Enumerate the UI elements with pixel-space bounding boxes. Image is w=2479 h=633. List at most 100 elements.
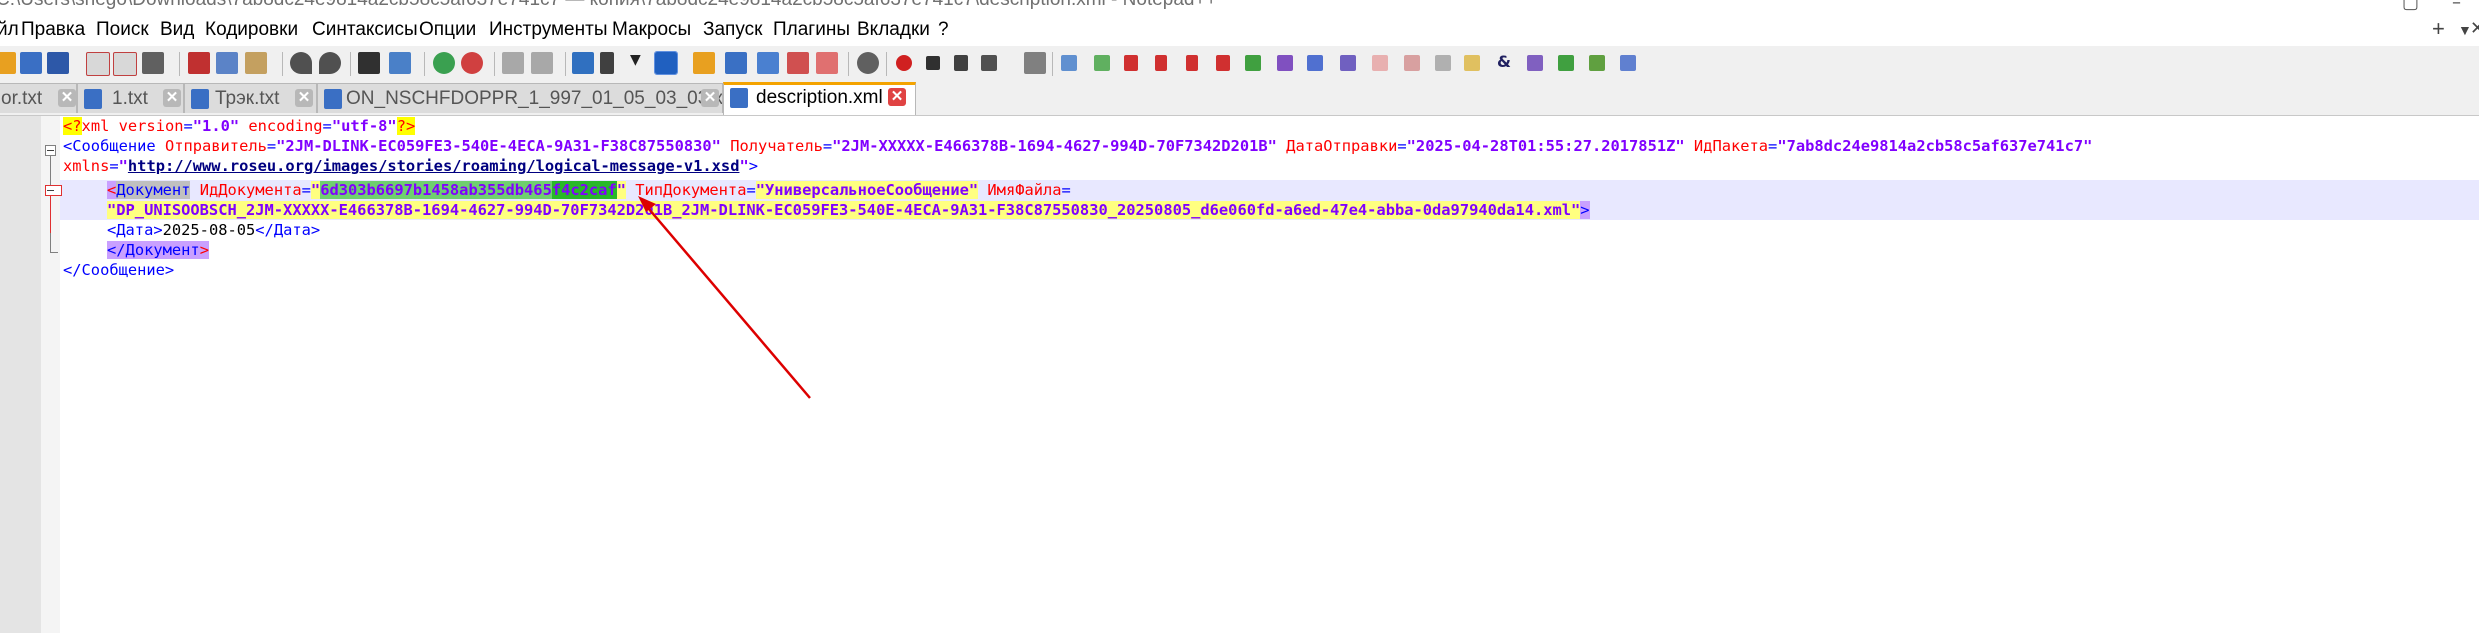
copy-icon[interactable]	[216, 52, 238, 74]
window-title: C:\Users\snego\Downloads\7ab8dc24e9814a2…	[0, 0, 1217, 11]
menu-settings[interactable]: Опции	[419, 19, 476, 41]
plugin-doc-icon[interactable]	[1372, 55, 1388, 71]
print-icon[interactable]	[142, 52, 164, 74]
xml-quote: "	[616, 181, 626, 199]
save-all-icon[interactable]	[47, 52, 69, 74]
plugin-arrow-icon[interactable]	[1558, 55, 1574, 71]
paste-icon[interactable]	[245, 52, 267, 74]
document-map-icon[interactable]	[725, 52, 747, 74]
tab-track-txt[interactable]: Трэк.txt ✕	[184, 83, 317, 113]
plugin-check2-icon[interactable]	[1589, 55, 1605, 71]
eye-icon[interactable]	[857, 52, 879, 74]
plugin-pen-icon[interactable]	[1620, 55, 1636, 71]
menu-search[interactable]: Поиск	[96, 19, 149, 41]
fold-toggle-icon[interactable]	[45, 145, 56, 156]
fold-toggle-icon[interactable]	[45, 185, 62, 196]
title-bar: C:\Users\snego\Downloads\7ab8dc24e9814a2…	[0, 0, 2479, 14]
new-tab-button[interactable]: +	[2432, 16, 2445, 42]
folder-workspace-icon[interactable]	[787, 52, 809, 74]
close-file-icon[interactable]	[86, 52, 110, 76]
menu-encoding[interactable]: Кодировки	[205, 19, 298, 41]
menu-window[interactable]: Вкладки	[857, 19, 930, 41]
xml-quote: "	[310, 181, 321, 199]
plugin-yellow-icon[interactable]	[1464, 55, 1480, 71]
close-icon[interactable]: ✕	[888, 88, 906, 106]
next-diff-icon[interactable]	[1186, 55, 1198, 71]
monitoring-icon[interactable]	[816, 52, 838, 74]
xml-value: "УниверсальноеСообщение"	[755, 181, 979, 199]
menu-file[interactable]: Файл	[0, 19, 19, 41]
udl-icon[interactable]	[693, 52, 715, 74]
last-diff-icon[interactable]	[1216, 55, 1230, 71]
xml-url-link[interactable]: http://www.roseu.org/images/stories/roam…	[128, 157, 740, 175]
tab-label: 1.txt	[112, 88, 148, 109]
tab-1-txt[interactable]: 1.txt ✕	[77, 83, 184, 113]
plugin-doc2-icon[interactable]	[1404, 55, 1420, 71]
plugin-link-icon[interactable]	[1340, 55, 1356, 71]
menu-help[interactable]: ?	[938, 19, 949, 41]
menu-edit[interactable]: Правка	[21, 19, 85, 41]
chevron-down-icon[interactable]: ▼	[630, 52, 652, 74]
xml-eq: =	[322, 117, 332, 135]
replace-icon[interactable]	[389, 52, 411, 74]
xml-value: "DP_UNISOOBSCH_2JM-XXXXX-E466378B-1694-4…	[107, 201, 1581, 219]
cut-icon[interactable]	[188, 52, 210, 74]
tab-description-xml[interactable]: description.xml ✕	[723, 82, 916, 115]
xml-attr: ДатаОтправки	[1276, 137, 1398, 155]
minimize-icon[interactable]: ▢	[2402, 0, 2419, 13]
prev-diff-icon[interactable]	[1155, 55, 1167, 71]
plugin-blue-icon[interactable]	[1307, 55, 1323, 71]
plugin-compare-icon[interactable]	[1061, 55, 1077, 71]
menu-tools[interactable]: Инструменты	[489, 19, 607, 41]
sync-vertical-icon[interactable]	[502, 52, 524, 74]
save-macro-icon[interactable]	[1024, 52, 1046, 74]
window-control-icon[interactable]: –	[2452, 0, 2461, 13]
sync-horizontal-icon[interactable]	[531, 52, 553, 74]
play-macro-icon[interactable]	[954, 55, 968, 71]
xml-attr: xmlns	[63, 157, 110, 175]
plugin-green-icon[interactable]	[1245, 55, 1261, 71]
word-wrap-icon[interactable]	[572, 52, 594, 74]
xml-decl-name: xml	[81, 117, 110, 135]
xml-value: "7ab8dc24e9814a2cb58c5af637e741c7"	[1777, 137, 2093, 155]
close-icon[interactable]: ✕	[58, 89, 76, 107]
zoom-out-icon[interactable]	[461, 52, 483, 74]
tab-other-txt[interactable]: or.txt ✕	[0, 83, 77, 113]
undo-icon[interactable]	[290, 52, 312, 74]
tab-xsd[interactable]: ON_NSCHFDOPPR_1_997_01_05_03_03.xsd ✕	[317, 83, 723, 113]
close-document-button[interactable]: ✕	[2470, 18, 2479, 39]
play-multiple-icon[interactable]	[981, 55, 997, 71]
show-all-chars-icon[interactable]	[600, 52, 614, 74]
zoom-in-icon[interactable]	[433, 52, 455, 74]
record-macro-icon[interactable]	[896, 55, 912, 71]
menu-macro[interactable]: Макросы	[612, 19, 691, 41]
new-file-icon[interactable]	[0, 52, 16, 74]
stop-macro-icon[interactable]	[926, 56, 940, 70]
xml-attr: ТипДокумента	[626, 181, 747, 199]
menu-run[interactable]: Запуск	[703, 19, 762, 41]
plugin-purple-icon[interactable]	[1277, 55, 1293, 71]
first-diff-icon[interactable]	[1124, 55, 1138, 71]
menu-language[interactable]: Синтаксисы	[312, 19, 418, 41]
menu-view[interactable]: Вид	[160, 19, 194, 41]
saved-file-icon	[324, 89, 342, 109]
saved-file-icon	[730, 88, 748, 108]
find-icon[interactable]	[358, 52, 380, 74]
save-icon[interactable]	[20, 52, 42, 74]
close-icon[interactable]: ✕	[295, 89, 313, 107]
redo-icon[interactable]	[319, 52, 341, 74]
close-icon[interactable]: ✕	[701, 89, 719, 107]
plugin-check-icon[interactable]	[1094, 55, 1110, 71]
xml-tag: <Сообщение	[63, 137, 156, 155]
saved-file-icon	[191, 89, 209, 109]
close-icon[interactable]: ✕	[163, 89, 181, 107]
function-list-icon[interactable]	[757, 52, 779, 74]
indent-guide-icon[interactable]	[654, 51, 678, 75]
xml-tag-match: >	[1580, 201, 1590, 219]
editor[interactable]: <?xml version="1.0" encoding="utf-8"?> <…	[0, 116, 2479, 633]
menu-plugins[interactable]: Плагины	[773, 19, 850, 41]
ampersand-icon[interactable]: &	[1497, 52, 1519, 74]
plugin-search-icon[interactable]	[1435, 55, 1451, 71]
plugin-x-icon[interactable]	[1527, 55, 1543, 71]
close-all-icon[interactable]	[113, 52, 137, 76]
